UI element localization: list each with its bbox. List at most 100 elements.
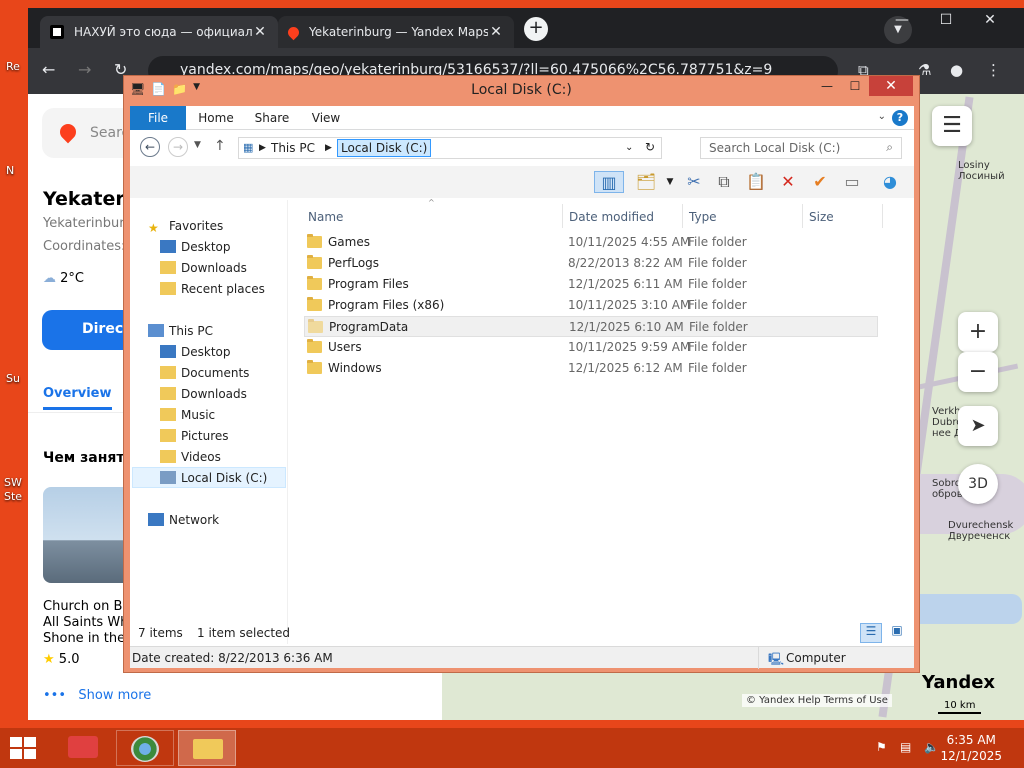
start-button[interactable] — [10, 737, 38, 761]
back-icon[interactable]: ← — [42, 60, 55, 79]
tab-close-icon[interactable]: ✕ — [252, 24, 268, 40]
forward-icon[interactable]: → — [168, 137, 188, 157]
profile-icon[interactable]: ● — [950, 61, 963, 79]
column-header-date[interactable]: Date modified — [569, 210, 654, 224]
paste-icon[interactable]: 📋 — [744, 171, 768, 193]
refresh-icon[interactable]: ↻ — [645, 140, 655, 154]
desktop-icon-label[interactable]: N — [6, 164, 14, 177]
network-tray-icon[interactable]: ▤ — [900, 740, 911, 754]
tab-home[interactable]: Home — [190, 106, 242, 130]
column-header-name[interactable]: Name — [308, 210, 343, 224]
back-icon[interactable]: ← — [140, 137, 160, 157]
map-attribution[interactable]: © Yandex Help Terms of Use — [742, 694, 892, 707]
desktop-icon-label[interactable]: Re — [6, 60, 20, 73]
cut-icon[interactable]: ✂ — [682, 171, 706, 193]
column-divider[interactable] — [682, 204, 683, 228]
volume-icon[interactable]: 🔈 — [924, 740, 939, 754]
explorer-titlebar[interactable]: Local Disk (C:) 🖥 📄 📁 ▼ — ☐ ✕ — [124, 76, 919, 104]
file-row[interactable]: PerfLogs 8/22/2013 8:22 AM File folder — [304, 253, 878, 274]
labs-icon[interactable]: ⚗ — [918, 61, 931, 79]
tab-close-icon[interactable]: ✕ — [488, 24, 504, 40]
card-title[interactable]: Church on Bl All Saints Wh Shone in the — [43, 599, 133, 647]
column-header-type[interactable]: Type — [689, 210, 717, 224]
address-box[interactable]: ▦ ▶ This PC ▶ Local Disk (C:) ⌄ ↻ — [238, 137, 662, 159]
close-button[interactable]: ✕ — [869, 76, 913, 96]
file-row[interactable]: Program Files 12/1/2025 6:11 AM File folde… — [304, 274, 878, 295]
large-icons-view-icon[interactable]: ▣ — [886, 623, 908, 643]
show-more-link[interactable]: ••• Show more — [43, 688, 151, 703]
column-header-size[interactable]: Size — [809, 210, 834, 224]
dropdown-icon[interactable]: ▼ — [658, 171, 682, 193]
nav-item-pictures[interactable]: Pictures — [160, 426, 229, 447]
maximize-button[interactable]: ☐ — [924, 12, 968, 28]
minimize-button[interactable]: — — [880, 12, 924, 28]
nav-item-downloads[interactable]: Downloads — [160, 258, 247, 279]
expand-ribbon-icon[interactable]: ⌄ — [878, 111, 886, 122]
minimize-button[interactable]: — — [813, 76, 841, 96]
file-row[interactable]: ProgramData 12/1/2025 6:10 AM File folder — [304, 316, 878, 337]
taskbar-app-package[interactable] — [54, 730, 112, 766]
chevron-right-icon[interactable]: ▶ — [259, 143, 266, 153]
taskbar-app-browser[interactable] — [116, 730, 174, 766]
maximize-button[interactable]: ☐ — [841, 76, 869, 96]
input-icon[interactable]: ▭ — [840, 171, 864, 193]
nav-item-music[interactable]: Music — [160, 405, 215, 426]
tab-overview[interactable]: Overview — [43, 386, 112, 410]
map-menu-button[interactable]: ☰ — [932, 106, 972, 146]
column-divider[interactable] — [562, 204, 563, 228]
tab-view[interactable]: View — [302, 106, 350, 130]
desktop-icon-label[interactable]: SW — [4, 476, 22, 489]
tab-share[interactable]: Share — [246, 106, 298, 130]
file-row[interactable]: Program Files (x86) 10/11/2025 3:10 AM Fil… — [304, 295, 878, 316]
nav-item-downloads[interactable]: Downloads — [160, 384, 247, 405]
properties-folder-icon[interactable]: 🗂 — [634, 171, 658, 193]
clock[interactable]: 6:35 AM 12/1/2025 — [940, 732, 1002, 764]
up-icon[interactable]: ↑ — [214, 138, 226, 154]
new-tab-button[interactable]: + — [524, 17, 548, 41]
forward-icon[interactable]: → — [78, 60, 91, 79]
nav-favorites[interactable]: ★ Favorites — [148, 216, 223, 237]
tab-file[interactable]: File — [130, 106, 186, 130]
column-divider[interactable] — [882, 204, 883, 228]
new-folder-icon[interactable]: 📁 — [172, 82, 187, 96]
nav-item-desktop[interactable]: Desktop — [160, 342, 231, 363]
globe-icon[interactable]: ◕ — [878, 171, 902, 193]
nav-item-videos[interactable]: Videos — [160, 447, 221, 468]
file-row[interactable]: Users 10/11/2025 9:59 AM File folder — [304, 337, 878, 358]
nav-item-local-disk[interactable]: Local Disk (C:) — [132, 467, 286, 488]
close-button[interactable]: ✕ — [968, 12, 1012, 28]
details-view-icon[interactable]: ☰ — [860, 623, 882, 643]
zoom-out-button[interactable]: − — [958, 352, 998, 392]
search-input[interactable]: Search Local Disk (C:) ⌕ — [700, 137, 902, 159]
nav-network[interactable]: Network — [148, 510, 219, 531]
file-row[interactable]: Windows 12/1/2025 6:12 AM File folder — [304, 358, 878, 379]
my-location-button[interactable]: ➤ — [958, 406, 998, 446]
desktop-icon-label[interactable]: Su — [6, 372, 20, 385]
taskbar-app-explorer[interactable] — [178, 730, 236, 766]
breadcrumb-local-disk[interactable]: Local Disk (C:) — [337, 139, 432, 157]
properties-icon[interactable]: 📄 — [151, 82, 166, 96]
menu-icon[interactable]: ⋮ — [986, 61, 1001, 79]
nav-this-pc[interactable]: This PC — [148, 321, 213, 342]
qat-dropdown-icon[interactable]: ▼ — [193, 82, 200, 96]
nav-item-recent[interactable]: Recent places — [160, 279, 265, 300]
browser-tab-1[interactable]: НАХУЙ это сюда — официальн ✕ — [40, 16, 278, 48]
place-photo[interactable] — [43, 487, 133, 583]
chevron-right-icon[interactable]: ▶ — [325, 143, 332, 153]
breadcrumb-this-pc[interactable]: This PC — [271, 141, 315, 155]
copy-icon[interactable]: ⧉ — [712, 171, 736, 193]
computer-icon[interactable]: 🖥 — [130, 82, 145, 96]
nav-item-documents[interactable]: Documents — [160, 363, 249, 384]
column-divider[interactable] — [802, 204, 803, 228]
chevron-down-icon[interactable]: ⌄ — [625, 142, 633, 153]
help-icon[interactable]: ? — [892, 110, 908, 126]
rename-icon[interactable]: ✔ — [808, 171, 832, 193]
3d-button[interactable]: 3D — [958, 464, 998, 504]
nav-item-desktop[interactable]: Desktop — [160, 237, 231, 258]
preview-pane-icon[interactable]: ▥ — [594, 171, 624, 193]
recent-locations-icon[interactable]: ▼ — [194, 140, 201, 150]
zoom-in-button[interactable]: + — [958, 312, 998, 352]
flag-icon[interactable]: ⚑ — [876, 740, 887, 754]
desktop-icon-label[interactable]: Ste — [4, 490, 22, 503]
browser-tab-2[interactable]: Yekaterinburg — Yandex Maps ✕ — [278, 16, 514, 48]
